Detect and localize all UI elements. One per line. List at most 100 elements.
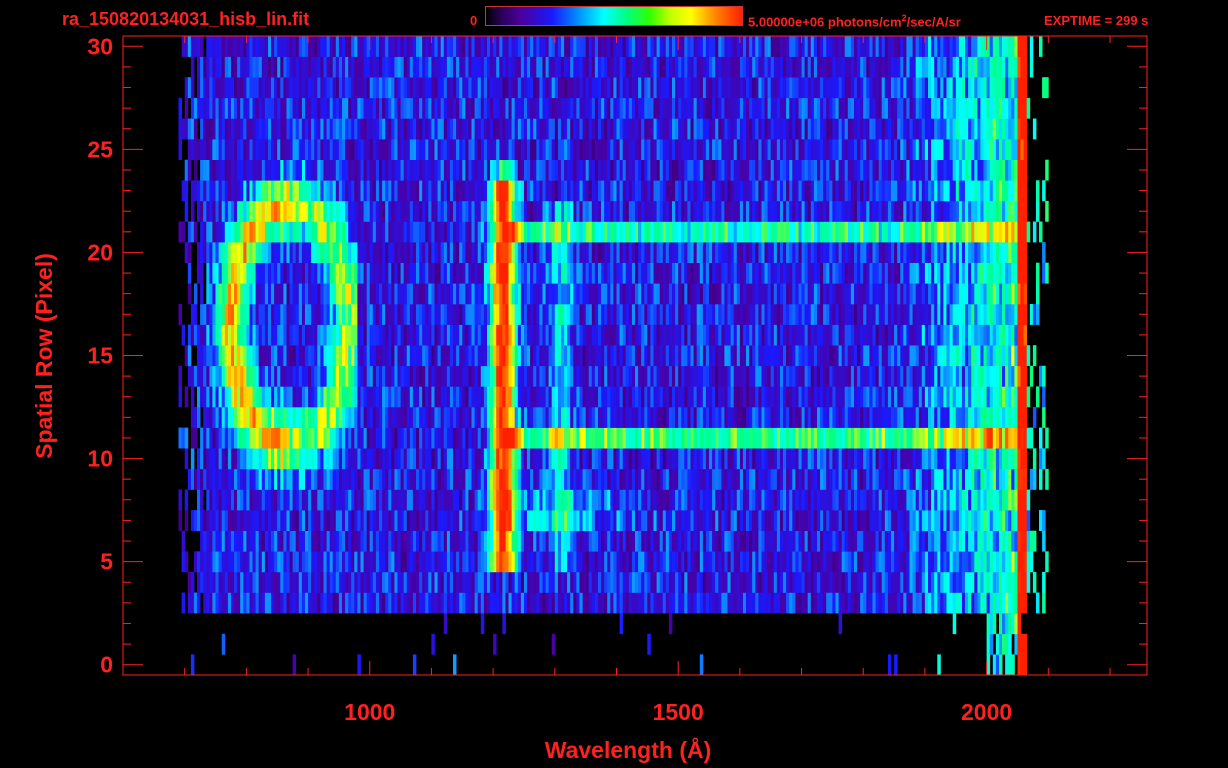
heatmap-cell xyxy=(591,242,596,263)
heatmap-cell xyxy=(647,407,651,428)
heatmap-cell xyxy=(829,386,833,408)
heatmap-cell xyxy=(536,345,540,367)
heatmap-cell xyxy=(329,530,334,552)
heatmap-cell xyxy=(736,510,741,531)
heatmap-cell xyxy=(505,407,509,428)
heatmap-cell xyxy=(308,365,312,387)
heatmap-cell xyxy=(493,448,497,470)
heatmap-cell xyxy=(298,530,303,552)
heatmap-cell xyxy=(650,304,654,325)
heatmap-cell xyxy=(249,448,253,470)
heatmap-cell xyxy=(446,489,451,511)
heatmap-cell xyxy=(375,242,380,263)
heatmap-cell xyxy=(690,365,694,387)
heatmap-cell xyxy=(286,427,290,449)
heatmap-cell xyxy=(258,242,263,263)
heatmap-cell xyxy=(508,345,512,367)
heatmap-cell xyxy=(554,551,559,573)
heatmap-cell xyxy=(348,468,352,490)
heatmap-cell xyxy=(252,571,256,593)
heatmap-cell xyxy=(924,324,929,346)
heatmap-cell xyxy=(295,510,300,531)
heatmap-cell xyxy=(872,324,876,346)
heatmap-cell xyxy=(434,345,438,367)
heatmap-cell xyxy=(298,468,303,490)
heatmap-cell xyxy=(872,489,876,511)
heatmap-cell xyxy=(419,530,423,552)
heatmap-cell xyxy=(379,530,383,552)
heatmap-cell xyxy=(292,262,297,284)
heatmap-cell xyxy=(699,365,704,387)
heatmap-cell xyxy=(231,283,235,305)
heatmap-cell xyxy=(412,489,417,511)
heatmap-cell xyxy=(573,571,577,593)
heatmap-cell xyxy=(718,489,722,511)
heatmap-cell xyxy=(638,489,642,511)
heatmap-cell xyxy=(884,324,889,346)
heatmap-cell xyxy=(878,262,883,284)
heatmap-cell xyxy=(937,283,941,305)
heatmap-cell xyxy=(298,242,303,263)
heatmap-cell xyxy=(761,530,765,552)
heatmap-cell xyxy=(1032,571,1037,593)
heatmap-cell xyxy=(277,324,281,346)
heatmap-cell xyxy=(576,530,580,552)
heatmap-cell xyxy=(561,345,565,367)
heatmap-cell xyxy=(412,551,417,573)
heatmap-cell xyxy=(783,427,787,449)
heatmap-cell xyxy=(536,242,540,263)
heatmap-cell xyxy=(724,262,728,284)
heatmap-cell xyxy=(240,386,244,408)
heatmap-cell xyxy=(687,283,691,305)
heatmap-cell xyxy=(955,262,960,284)
heatmap-cell xyxy=(425,592,429,614)
heatmap-cell xyxy=(764,551,768,573)
heatmap-cell xyxy=(520,551,525,573)
heatmap-cell xyxy=(388,262,392,284)
heatmap-cell xyxy=(397,551,401,573)
heatmap-cell xyxy=(860,510,864,531)
heatmap-cell xyxy=(511,304,516,325)
heatmap-cell xyxy=(499,468,503,490)
heatmap-cell xyxy=(468,304,472,325)
heatmap-cell xyxy=(280,262,284,284)
heatmap-cell xyxy=(918,427,923,449)
heatmap-cell xyxy=(613,365,617,387)
heatmap-cell xyxy=(601,407,605,428)
heatmap-cell xyxy=(246,283,250,305)
heatmap-cell xyxy=(949,571,954,593)
heatmap-cell xyxy=(237,448,241,470)
heatmap-cell xyxy=(989,283,994,305)
heatmap-cell xyxy=(604,345,608,367)
heatmap-cell xyxy=(721,386,725,408)
heatmap-cell xyxy=(995,365,1000,387)
heatmap-cell xyxy=(705,530,710,552)
heatmap-cell xyxy=(801,365,806,387)
heatmap-cell xyxy=(918,530,923,552)
heatmap-cell xyxy=(647,324,651,346)
heatmap-cell xyxy=(934,242,938,263)
heatmap-cell xyxy=(493,345,497,367)
heatmap-cell xyxy=(379,324,383,346)
heatmap-cell xyxy=(240,407,244,428)
heatmap-cell xyxy=(616,242,620,263)
heatmap-cell xyxy=(736,283,741,305)
heatmap-cell xyxy=(631,407,636,428)
heatmap-cell xyxy=(409,365,414,387)
heatmap-cell xyxy=(921,242,926,263)
heatmap-cell xyxy=(644,530,648,552)
heatmap-cell xyxy=(480,468,485,490)
heatmap-cell xyxy=(289,386,294,408)
heatmap-cell xyxy=(557,448,562,470)
heatmap-cell xyxy=(483,510,488,531)
heatmap-cell xyxy=(508,324,512,346)
heatmap-cell xyxy=(379,407,383,428)
heatmap-cell xyxy=(487,304,491,325)
heatmap-cell xyxy=(542,427,546,449)
heatmap-cell xyxy=(659,489,664,511)
heatmap-cell xyxy=(820,242,824,263)
heatmap-cell xyxy=(338,489,343,511)
heatmap-cell xyxy=(530,262,534,284)
heatmap-cell xyxy=(789,427,793,449)
heatmap-cell xyxy=(403,304,408,325)
